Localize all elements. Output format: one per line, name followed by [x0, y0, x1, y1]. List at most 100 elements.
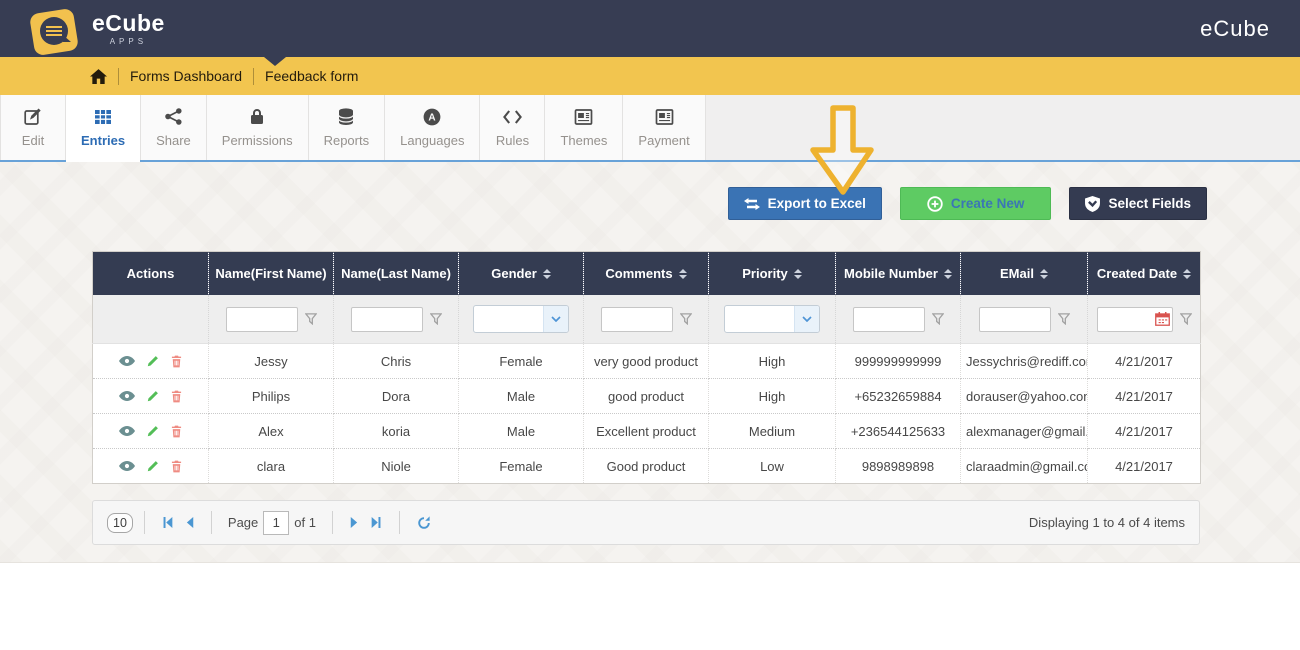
cell-last-name: Niole: [334, 449, 459, 484]
tab-label: Languages: [400, 133, 464, 148]
tab-reports[interactable]: Reports: [309, 95, 386, 160]
tab-languages[interactable]: A Languages: [385, 95, 480, 160]
previous-page-button[interactable]: [185, 517, 194, 528]
col-header-gender[interactable]: Gender: [459, 252, 584, 296]
ecube-logo[interactable]: eCube APPS: [30, 3, 165, 55]
sort-icon: [1183, 269, 1191, 279]
view-entry-icon[interactable]: [119, 356, 135, 366]
comments-filter-input[interactable]: [601, 307, 673, 332]
brand-name: eCube: [92, 12, 165, 35]
table-row: Philips Dora Male good product High +652…: [93, 379, 1201, 414]
filter-funnel-icon[interactable]: [430, 313, 442, 325]
form-tabbar: Edit Entries Share Permissions Reports: [0, 95, 1300, 162]
tab-payment[interactable]: Payment: [623, 95, 705, 160]
tab-themes[interactable]: Themes: [545, 95, 623, 160]
chevron-down-icon: [543, 306, 568, 332]
gender-filter-select[interactable]: [473, 305, 569, 333]
app-window: eCube APPS eCube Forms Dashboard Feedbac…: [0, 0, 1300, 650]
col-header-created-date[interactable]: Created Date: [1088, 252, 1201, 296]
page-label: Page: [228, 515, 258, 530]
edit-entry-icon[interactable]: [147, 460, 159, 472]
breadcrumb-forms-dashboard[interactable]: Forms Dashboard: [130, 68, 242, 84]
priority-filter-select[interactable]: [724, 305, 820, 333]
refresh-icon[interactable]: [417, 516, 431, 530]
select-fields-button[interactable]: Select Fields: [1069, 187, 1207, 220]
delete-entry-icon[interactable]: [171, 460, 182, 473]
delete-entry-icon[interactable]: [171, 390, 182, 403]
col-header-mobile-number[interactable]: Mobile Number: [836, 252, 961, 296]
lock-icon: [250, 107, 264, 126]
entries-grid: Actions Name(First Name) Name(Last Name)…: [92, 251, 1200, 484]
payment-icon: [655, 107, 674, 126]
tab-share[interactable]: Share: [141, 95, 207, 160]
chevron-down-icon: [794, 306, 819, 332]
edit-entry-icon[interactable]: [147, 355, 159, 367]
col-header-comments[interactable]: Comments: [584, 252, 709, 296]
pager-status-text: Displaying 1 to 4 of 4 items: [1029, 515, 1185, 530]
grid-header-row: Actions Name(First Name) Name(Last Name)…: [93, 252, 1201, 296]
last-page-button[interactable]: [371, 517, 382, 528]
cell-created-date: 4/21/2017: [1088, 449, 1201, 484]
export-pointer-arrow: [809, 105, 877, 200]
calendar-icon[interactable]: [1155, 312, 1170, 326]
cell-mobile: 9898989898: [836, 449, 961, 484]
view-entry-icon[interactable]: [119, 461, 135, 471]
cell-first-name: clara: [209, 449, 334, 484]
cell-last-name: koria: [334, 414, 459, 449]
sort-icon: [794, 269, 802, 279]
filter-funnel-icon[interactable]: [1180, 313, 1192, 325]
email-filter-input[interactable]: [979, 307, 1051, 332]
cell-email: Jessychris@rediff.com: [961, 344, 1088, 379]
mobile-number-filter-input[interactable]: [853, 307, 925, 332]
database-icon: [338, 107, 354, 126]
cell-last-name: Chris: [334, 344, 459, 379]
grid-pagination-bar: 10 Page of 1 Displaying 1 to 4 of 4 item…: [92, 500, 1200, 545]
tab-rules[interactable]: Rules: [480, 95, 545, 160]
cell-priority: Low: [709, 449, 836, 484]
create-new-button[interactable]: Create New: [900, 187, 1052, 220]
filter-funnel-icon[interactable]: [680, 313, 692, 325]
top-navbar: eCube APPS eCube: [0, 0, 1300, 57]
col-header-last-name[interactable]: Name(Last Name): [334, 252, 459, 296]
tab-entries[interactable]: Entries: [66, 95, 141, 160]
last-name-filter-input[interactable]: [351, 307, 423, 332]
filter-funnel-icon[interactable]: [305, 313, 317, 325]
breadcrumb-divider: [118, 68, 119, 85]
view-entry-icon[interactable]: [119, 426, 135, 436]
brand-subtitle: APPS: [110, 38, 147, 46]
filter-funnel-icon[interactable]: [932, 313, 944, 325]
grid-filter-row: [93, 295, 1201, 344]
page-size-selector[interactable]: 10: [107, 513, 133, 533]
tab-label: Payment: [638, 133, 689, 148]
edit-entry-icon[interactable]: [147, 425, 159, 437]
cell-first-name: Philips: [209, 379, 334, 414]
home-icon[interactable]: [90, 69, 107, 84]
filter-funnel-icon[interactable]: [1058, 313, 1070, 325]
tab-permissions[interactable]: Permissions: [207, 95, 309, 160]
page-number-input[interactable]: [263, 511, 289, 535]
tab-label: Share: [156, 133, 191, 148]
delete-entry-icon[interactable]: [171, 425, 182, 438]
col-header-first-name[interactable]: Name(First Name): [209, 252, 334, 296]
svg-text:A: A: [429, 112, 436, 123]
first-name-filter-input[interactable]: [226, 307, 298, 332]
cell-gender: Male: [459, 414, 584, 449]
first-page-button[interactable]: [162, 517, 173, 528]
language-icon: A: [423, 107, 441, 126]
view-entry-icon[interactable]: [119, 391, 135, 401]
shield-check-icon: [1085, 196, 1100, 212]
col-header-actions: Actions: [93, 252, 209, 296]
col-header-priority[interactable]: Priority: [709, 252, 836, 296]
edit-entry-icon[interactable]: [147, 390, 159, 402]
next-page-button[interactable]: [350, 517, 359, 528]
col-header-email[interactable]: EMail: [961, 252, 1088, 296]
cell-priority: Medium: [709, 414, 836, 449]
select-fields-button-label: Select Fields: [1108, 196, 1191, 211]
tab-label: Reports: [324, 133, 370, 148]
sort-icon: [679, 269, 687, 279]
tab-edit[interactable]: Edit: [0, 95, 66, 160]
delete-entry-icon[interactable]: [171, 355, 182, 368]
cell-comments: Excellent product: [584, 414, 709, 449]
breadcrumb-bar: Forms Dashboard Feedback form: [0, 57, 1300, 95]
tab-label: Entries: [81, 133, 125, 148]
